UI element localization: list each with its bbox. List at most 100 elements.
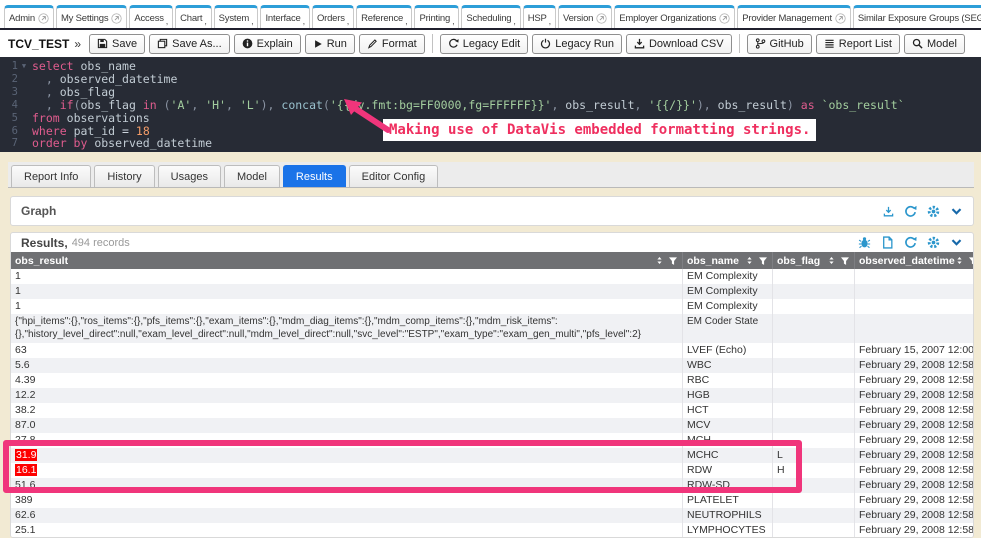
gutter-spacer: [18, 86, 30, 99]
column-header-obs-result[interactable]: obs_result: [11, 252, 683, 269]
model-button[interactable]: Model: [904, 34, 965, 54]
refresh-icon[interactable]: [904, 205, 917, 218]
submenu-indicator-icon: ,: [513, 16, 515, 26]
tab-usages[interactable]: Usages: [158, 165, 221, 187]
chevron-down-icon[interactable]: [950, 205, 963, 218]
graph-panel-header[interactable]: Graph: [10, 196, 974, 226]
nav-tab-chart[interactable]: Chart,: [175, 5, 212, 28]
submenu-indicator-icon: ,: [405, 16, 407, 26]
cell-obs-name: NEUTROPHILS: [683, 508, 773, 523]
tab-model[interactable]: Model: [224, 165, 280, 187]
cell-observed-datetime: February 15, 2007 12:00 AM: [855, 343, 973, 358]
nav-tab-label: Orders: [317, 13, 345, 24]
refresh-icon[interactable]: [904, 236, 917, 249]
github-button[interactable]: GitHub: [747, 34, 812, 54]
table-row[interactable]: 38.2HCTFebruary 29, 2008 12:58 PM: [11, 403, 973, 418]
filter-icon[interactable]: [840, 256, 850, 266]
table-row[interactable]: 12.2HGBFebruary 29, 2008 12:58 PM: [11, 388, 973, 403]
nav-tab-employer-organizations[interactable]: Employer Organizations: [614, 5, 735, 28]
button-label: Format: [382, 38, 417, 50]
sort-icon[interactable]: [655, 255, 664, 266]
nav-tab-printing[interactable]: Printing,: [414, 5, 459, 28]
report-chevron[interactable]: »: [74, 37, 81, 51]
tab-history[interactable]: History: [94, 165, 154, 187]
popout-icon[interactable]: [835, 13, 846, 24]
filter-icon[interactable]: [968, 256, 973, 266]
save-button[interactable]: Save: [89, 34, 145, 54]
nav-tab-similar-exposure-groups-segs[interactable]: Similar Exposure Groups (SEGs): [853, 5, 981, 28]
nav-tab-provider-management[interactable]: Provider Management: [737, 5, 851, 28]
popout-icon[interactable]: [596, 13, 607, 24]
table-row[interactable]: 4.39RBCFebruary 29, 2008 12:58 PM: [11, 373, 973, 388]
button-label: Download CSV: [649, 38, 724, 50]
nav-tab-orders[interactable]: Orders,: [312, 5, 354, 28]
nav-tab-reference[interactable]: Reference,: [356, 5, 412, 28]
table-row[interactable]: {"hpi_items":{},"ros_items":{},"pfs_item…: [11, 314, 973, 343]
tab-editor-config[interactable]: Editor Config: [349, 165, 439, 187]
cell-obs-result: 25.1: [11, 523, 683, 538]
cell-obs-flag: [773, 523, 855, 538]
download-icon[interactable]: [883, 206, 894, 217]
table-row[interactable]: 1EM Complexity: [11, 284, 973, 299]
nav-tab-label: Reference: [361, 13, 403, 24]
cell-observed-datetime: February 29, 2008 12:58 PM: [855, 403, 973, 418]
table-row[interactable]: 1EM Complexity: [11, 269, 973, 284]
save-as-button[interactable]: Save As...: [149, 34, 230, 54]
history-icon: [448, 38, 459, 49]
cell-obs-flag: [773, 358, 855, 373]
column-header-obs-name[interactable]: obs_name: [683, 252, 773, 269]
download-csv-button[interactable]: Download CSV: [626, 34, 732, 54]
chevron-down-icon[interactable]: [950, 236, 963, 249]
bug-icon[interactable]: [858, 236, 871, 249]
explain-button[interactable]: Explain: [234, 34, 301, 54]
submenu-indicator-icon: ,: [204, 16, 206, 26]
download-icon: [634, 38, 645, 49]
nav-tab-admin[interactable]: Admin: [4, 5, 54, 28]
cell-obs-name: LYMPHOCYTES: [683, 523, 773, 538]
popout-icon[interactable]: [38, 13, 49, 24]
nav-tab-scheduling[interactable]: Scheduling,: [461, 5, 520, 28]
power-icon: [540, 38, 551, 49]
popout-icon[interactable]: [111, 13, 122, 24]
legacy-edit-button[interactable]: Legacy Edit: [440, 34, 528, 54]
table-row[interactable]: 389PLATELETFebruary 29, 2008 12:58 PM: [11, 493, 973, 508]
table-row[interactable]: 62.6NEUTROPHILSFebruary 29, 2008 12:58 P…: [11, 508, 973, 523]
filter-icon[interactable]: [668, 256, 678, 266]
sort-icon[interactable]: [745, 255, 754, 266]
results-panel-header[interactable]: Results, 494 records: [11, 233, 973, 252]
table-row[interactable]: 1EM Complexity: [11, 299, 973, 314]
table-row[interactable]: 25.1LYMPHOCYTESFebruary 29, 2008 12:58 P…: [11, 523, 973, 538]
code-text: , if(obs_flag in ('A', 'H', 'L'), concat…: [30, 99, 905, 112]
tab-results[interactable]: Results: [283, 165, 346, 187]
button-label: Save: [112, 38, 137, 50]
run-button[interactable]: Run: [305, 34, 355, 54]
cell-observed-datetime: February 29, 2008 12:58 PM: [855, 373, 973, 388]
report-list-button[interactable]: Report List: [816, 34, 900, 54]
table-row[interactable]: 63LVEF (Echo)February 15, 2007 12:00 AM: [11, 343, 973, 358]
nav-tab-version[interactable]: Version: [558, 5, 612, 28]
gear-icon[interactable]: [927, 236, 940, 249]
code-text: order by observed_datetime: [30, 137, 212, 150]
submenu-indicator-icon: ,: [347, 16, 349, 26]
nav-tab-access[interactable]: Access,: [129, 5, 173, 28]
sort-icon[interactable]: [955, 255, 964, 266]
nav-tab-hsp[interactable]: HSP,: [523, 5, 556, 28]
nav-tab-system[interactable]: System,: [214, 5, 259, 28]
gear-icon[interactable]: [927, 205, 940, 218]
legacy-run-button[interactable]: Legacy Run: [532, 34, 622, 54]
column-header-observed-datetime[interactable]: observed_datetime: [855, 252, 973, 269]
nav-tab-interface[interactable]: Interface,: [260, 5, 309, 28]
popout-icon[interactable]: [719, 13, 730, 24]
column-header-obs-flag[interactable]: obs_flag: [773, 252, 855, 269]
tab-report-info[interactable]: Report Info: [11, 165, 91, 187]
table-row[interactable]: 5.6WBCFebruary 29, 2008 12:58 PM: [11, 358, 973, 373]
table-row[interactable]: 87.0MCVFebruary 29, 2008 12:58 PM: [11, 418, 973, 433]
sort-icon[interactable]: [827, 255, 836, 266]
cell-observed-datetime: February 29, 2008 12:58 PM: [855, 418, 973, 433]
code-fold-icon[interactable]: ▼: [18, 60, 30, 73]
nav-tab-label: Printing: [419, 13, 450, 24]
format-button[interactable]: Format: [359, 34, 425, 54]
file-icon[interactable]: [881, 236, 894, 249]
filter-icon[interactable]: [758, 256, 768, 266]
nav-tab-my-settings[interactable]: My Settings: [56, 5, 127, 28]
